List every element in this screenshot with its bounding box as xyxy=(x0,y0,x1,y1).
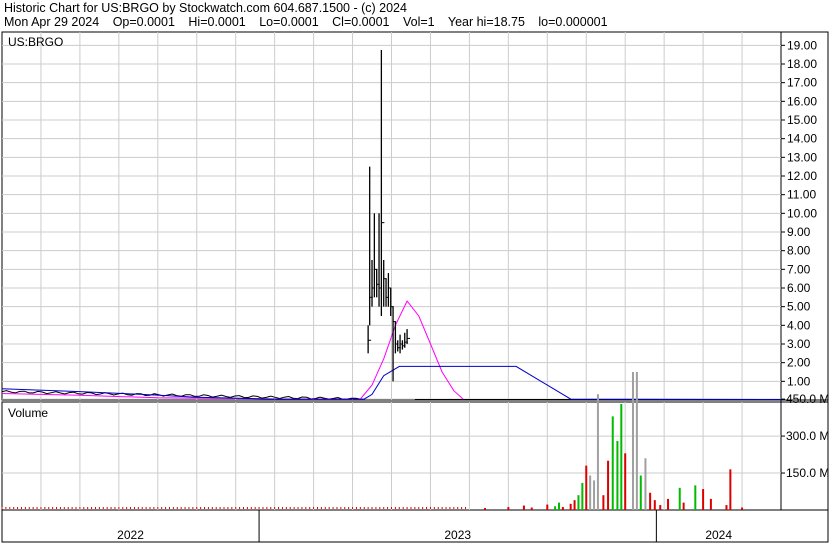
price-tick-label: 4.00 xyxy=(787,318,811,332)
volume-bar xyxy=(593,480,596,510)
price-tick-label: 5.00 xyxy=(787,300,811,314)
volume-panel-title: Volume xyxy=(8,406,48,420)
volume-bar xyxy=(649,492,652,510)
volume-bar xyxy=(725,505,728,510)
price-tick-label: 3.00 xyxy=(787,337,811,351)
volume-bar xyxy=(631,372,634,510)
volume-tick-label: 300.0 M xyxy=(786,429,829,443)
price-tick-label: 15.00 xyxy=(787,113,817,127)
volume-bar xyxy=(659,505,662,510)
volume-bar xyxy=(585,465,588,510)
moving-average-line xyxy=(1,300,464,400)
price-tick-label: 7.00 xyxy=(787,262,811,276)
volume-bar xyxy=(667,498,670,510)
volume-bar xyxy=(635,372,638,510)
volume-bar xyxy=(577,495,580,510)
volume-bar xyxy=(678,487,681,510)
volume-bar xyxy=(682,502,685,510)
volume-bar xyxy=(702,489,705,510)
volume-bar xyxy=(569,503,572,510)
volume-bar xyxy=(554,506,557,510)
volume-bar xyxy=(581,482,584,510)
price-bar xyxy=(367,325,372,354)
volume-tick-label: 450.0 M xyxy=(786,392,829,406)
stock-chart: 1.00 2.00 3.00 4.00 5.00 6.00 7.00 8.00 9.00 10.0… xyxy=(1,31,829,543)
volume-bar xyxy=(557,502,560,510)
year-label: 2023 xyxy=(444,528,471,542)
price-bar xyxy=(406,329,411,344)
price-tick-label: 9.00 xyxy=(787,225,811,239)
volume-bar xyxy=(639,475,642,510)
price-tick-label: 2.00 xyxy=(787,356,811,370)
price-tick-label: 13.00 xyxy=(787,150,817,164)
year-label: 2024 xyxy=(705,528,732,542)
volume-bar xyxy=(573,500,576,510)
volume-bar xyxy=(546,504,549,510)
volume-bar xyxy=(561,507,564,510)
volume-bar xyxy=(611,416,614,510)
volume-bar xyxy=(620,404,623,510)
volume-bar xyxy=(653,500,656,510)
volume-bar xyxy=(596,394,599,510)
price-tick-label: 10.00 xyxy=(787,206,817,220)
volume-bar xyxy=(729,469,732,510)
volume-bar xyxy=(616,441,619,510)
volume-bar xyxy=(644,458,647,510)
price-tick-label: 6.00 xyxy=(787,281,811,295)
price-tick-label: 8.00 xyxy=(787,244,811,258)
volume-bar xyxy=(602,495,605,510)
volume-bar xyxy=(741,507,744,510)
volume-bar xyxy=(530,507,533,510)
price-tick-label: 12.00 xyxy=(787,169,817,183)
price-tick-label: 18.00 xyxy=(787,57,817,71)
price-tick-label: 19.00 xyxy=(787,38,817,52)
price-panel-frame xyxy=(1,31,829,401)
price-tick-label: 17.00 xyxy=(787,76,817,90)
year-label: 2022 xyxy=(117,528,144,542)
price-tick-label: 11.00 xyxy=(787,188,816,202)
volume-bar xyxy=(607,460,610,510)
volume-bar xyxy=(522,505,525,510)
volume-bar xyxy=(624,453,627,510)
volume-bar xyxy=(589,475,592,510)
volume-bar xyxy=(694,485,697,510)
price-tick-label: 1.00 xyxy=(787,374,811,388)
volume-bar xyxy=(507,507,510,510)
price-tick-label: 14.00 xyxy=(787,132,817,146)
volume-tick-label: 150.0 M xyxy=(786,466,829,480)
volume-bar xyxy=(709,498,712,510)
price-panel-title: US:BRGO xyxy=(8,35,63,49)
price-tick-label: 16.00 xyxy=(787,94,817,108)
volume-bar xyxy=(483,508,486,510)
